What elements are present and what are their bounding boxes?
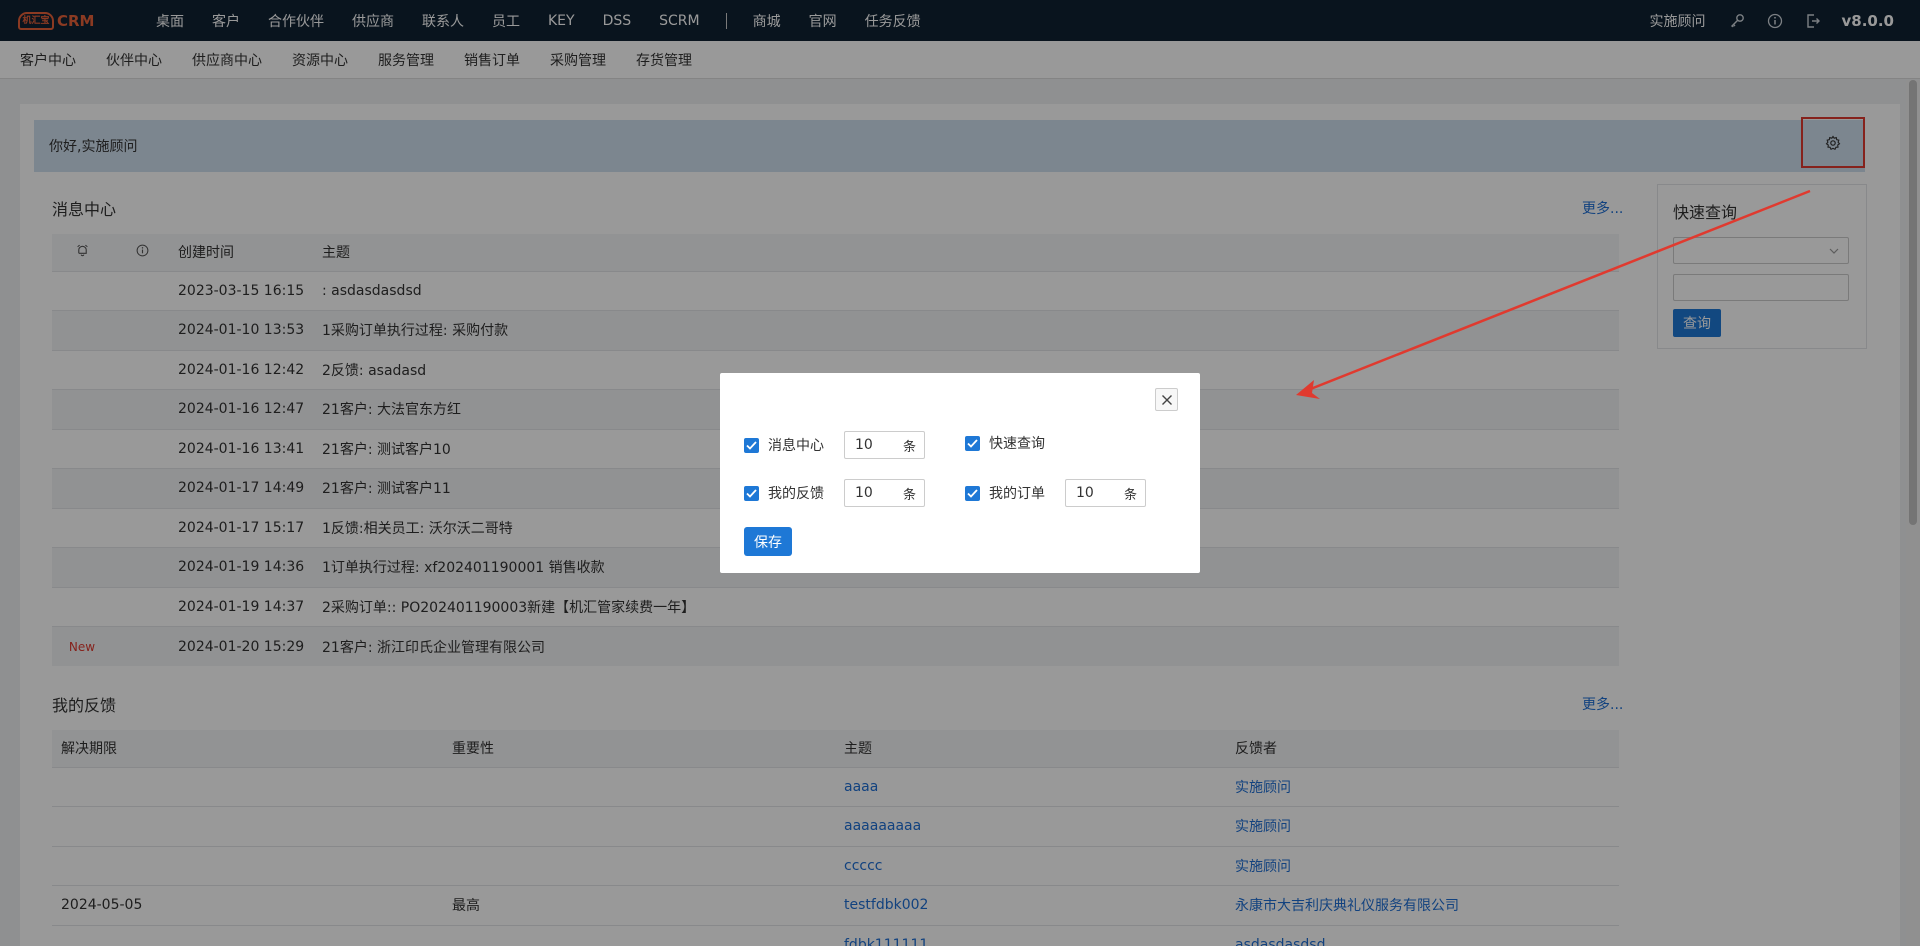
- checkbox-message-center[interactable]: [744, 437, 759, 453]
- save-button[interactable]: 保存: [744, 527, 792, 556]
- check-icon: [967, 488, 978, 498]
- settings-dialog: 消息中心 10 条 快速查询 我的反馈 10 条 我的订单 10 条 保存: [720, 373, 1200, 573]
- count-unit: 条: [902, 487, 916, 503]
- option-my-orders: 我的订单: [965, 483, 1045, 503]
- count-unit: 条: [1123, 487, 1137, 503]
- close-icon: [1161, 394, 1172, 405]
- count-value: 10: [1076, 485, 1094, 501]
- option-message-center: 消息中心: [744, 435, 824, 455]
- option-quick-query: 快速查询: [965, 433, 1045, 453]
- count-value: 10: [855, 437, 873, 453]
- dialog-close-button[interactable]: [1155, 388, 1178, 411]
- count-input-message-center[interactable]: 10 条: [844, 431, 925, 459]
- checkbox-my-orders[interactable]: [965, 485, 980, 501]
- option-label: 消息中心: [768, 438, 824, 454]
- check-icon: [746, 488, 757, 498]
- checkbox-my-feedback[interactable]: [744, 485, 759, 501]
- option-label: 我的订单: [989, 486, 1045, 502]
- checkbox-quick-query[interactable]: [965, 435, 980, 451]
- check-icon: [967, 438, 978, 448]
- count-unit: 条: [902, 439, 916, 455]
- check-icon: [746, 440, 757, 450]
- option-label: 快速查询: [989, 436, 1045, 452]
- count-input-my-orders[interactable]: 10 条: [1065, 479, 1146, 507]
- option-label: 我的反馈: [768, 486, 824, 502]
- count-value: 10: [855, 485, 873, 501]
- option-my-feedback: 我的反馈: [744, 483, 824, 503]
- count-input-my-feedback[interactable]: 10 条: [844, 479, 925, 507]
